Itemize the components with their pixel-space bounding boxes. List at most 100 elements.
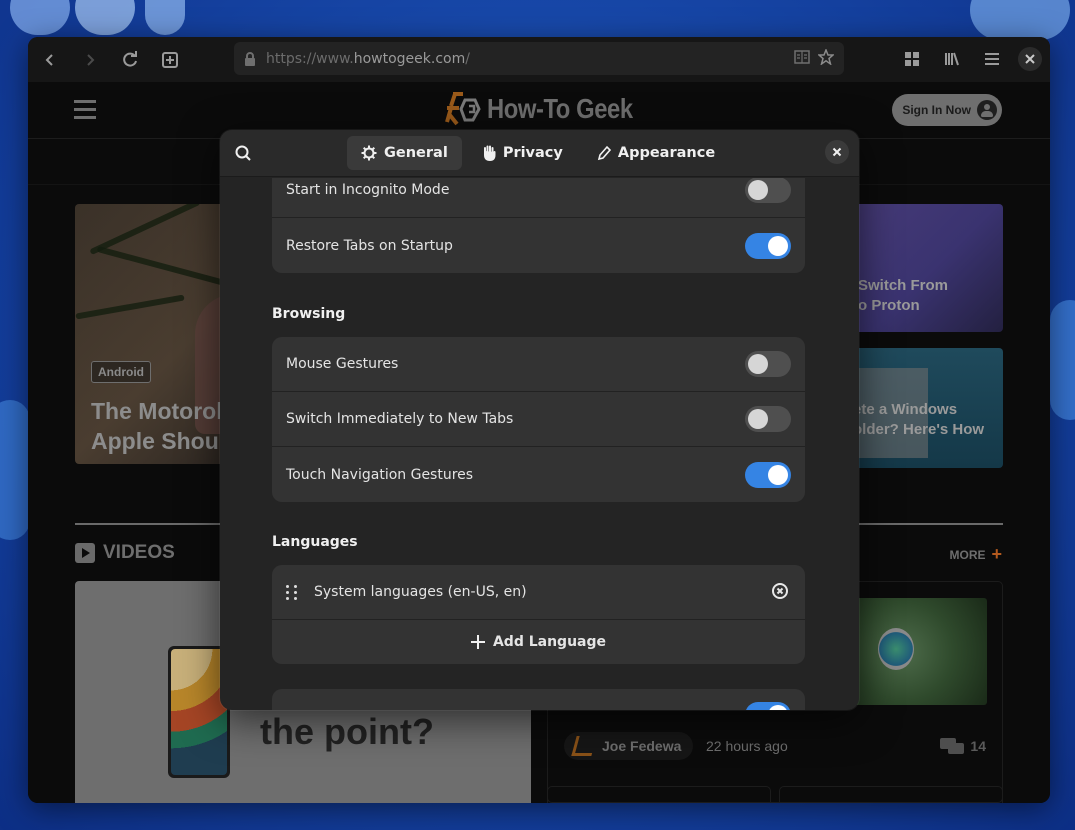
videos-section-title[interactable]: VIDEOS (75, 542, 175, 564)
new-tab-button[interactable] (150, 44, 190, 76)
author-logo-icon (571, 736, 597, 756)
wallpaper-shape (75, 0, 135, 35)
bookmark-button[interactable] (817, 47, 835, 69)
article-card[interactable] (779, 786, 1003, 803)
article-card[interactable] (547, 786, 771, 803)
plus-icon: + (991, 544, 1002, 564)
gear-icon (361, 145, 377, 161)
restore-tabs-row: Restore Tabs on Startup (272, 218, 805, 273)
wallpaper-shape (1050, 300, 1075, 420)
incognito-row: Start in Incognito Mode (272, 178, 805, 218)
side-article-title: ete a Windows older? Here's How (853, 400, 984, 440)
reload-icon (123, 50, 137, 67)
search-icon (235, 145, 251, 161)
remove-language-button[interactable] (771, 582, 791, 602)
reader-mode-icon (794, 49, 810, 64)
extensions-button[interactable] (892, 43, 932, 75)
library-icon (945, 52, 959, 66)
dialog-content[interactable]: Start in Incognito Mode Restore Tabs on … (220, 178, 859, 710)
next-row-switch[interactable] (745, 702, 791, 710)
dialog-header: General Privacy Appearance (220, 130, 859, 177)
tab-privacy[interactable]: Privacy (468, 136, 577, 170)
more-link[interactable]: MORE + (949, 544, 1002, 565)
tab-appearance[interactable]: Appearance (583, 136, 729, 170)
article-image (848, 598, 987, 705)
tab-general[interactable]: General (347, 136, 462, 170)
incognito-switch[interactable] (745, 178, 791, 203)
hero-title-line-2: Apple Shoul (91, 428, 226, 454)
browsing-group: Mouse Gestures Switch Immediately to New… (272, 337, 805, 502)
touch-gestures-row: Touch Navigation Gestures (272, 447, 805, 502)
browsing-heading: Browsing (272, 306, 346, 322)
more-label: MORE (949, 547, 986, 562)
browser-toolbar: https://www.howtogeek.com/ (28, 37, 1050, 82)
plus-icon (470, 635, 485, 649)
article-time: 22 hours ago (706, 738, 788, 754)
sign-in-button[interactable]: Sign In Now (892, 94, 1002, 126)
restore-tabs-switch[interactable] (745, 232, 791, 259)
comment-count: 14 (970, 738, 986, 754)
author-chip[interactable]: Joe Fedewa (564, 732, 694, 760)
videos-label: VIDEOS (103, 542, 175, 563)
mouse-gestures-switch[interactable] (745, 351, 791, 377)
side-title-line-1: ete a Windows (853, 401, 958, 418)
reader-mode-button[interactable] (794, 49, 810, 68)
language-label: System languages (en-US, en) (314, 584, 527, 600)
remove-circle-icon (772, 583, 788, 599)
forward-button[interactable] (70, 44, 110, 76)
add-language-button[interactable]: Add Language (272, 620, 805, 664)
tab-label: Privacy (502, 145, 563, 161)
toolbar-right (892, 43, 1042, 75)
add-language-label: Add Language (492, 634, 607, 650)
side-title-line-2: older? Here's How (853, 421, 985, 438)
row-label: Mouse Gestures (286, 356, 399, 372)
back-button[interactable] (30, 44, 70, 76)
library-button[interactable] (932, 43, 972, 75)
close-window-button[interactable] (1018, 47, 1042, 71)
user-avatar-icon (977, 100, 997, 120)
htg-logo-icon (445, 92, 481, 126)
new-tab-icon (162, 51, 178, 68)
comments-link[interactable]: 14 (940, 738, 986, 754)
language-row: System languages (en-US, en) (272, 565, 805, 620)
site-logo[interactable]: How-To Geek (443, 92, 658, 126)
wallpaper-shape (145, 0, 185, 35)
author-name: Joe Fedewa (602, 738, 682, 754)
close-dialog-button[interactable] (825, 140, 849, 164)
extensions-grid-icon (905, 52, 919, 66)
close-icon (1025, 54, 1035, 64)
category-tag[interactable]: Android (91, 361, 151, 383)
hero-title-line-1: The Motorol (91, 398, 223, 424)
site-logo-text: How-To Geek (487, 93, 633, 124)
main-menu-button[interactable] (972, 43, 1012, 75)
row-label: Touch Navigation Gestures (286, 466, 474, 483)
reload-button[interactable] (110, 44, 150, 76)
url-prefix: https://www. (266, 50, 354, 67)
comments-icon (940, 738, 965, 754)
touch-gestures-switch[interactable] (745, 461, 791, 488)
url-text[interactable]: https://www.howtogeek.com/ (266, 51, 786, 67)
hero-article-title[interactable]: The Motorol Apple Shoul (91, 396, 225, 456)
wallpaper-shape (10, 0, 70, 35)
tab-label: General (384, 145, 448, 161)
menu-icon (985, 53, 999, 65)
side-title-line-1: Switch From (858, 277, 949, 294)
video-overlay-text: the point? (260, 711, 434, 752)
languages-heading: Languages (272, 534, 358, 550)
row-label: Restore Tabs on Startup (286, 237, 453, 254)
next-row (272, 689, 805, 710)
startup-group: Start in Incognito Mode Restore Tabs on … (272, 178, 805, 273)
row-label: Switch Immediately to New Tabs (286, 411, 514, 427)
side-title-line-2: o Proton (858, 297, 920, 314)
site-menu-button[interactable] (74, 100, 96, 124)
wallpaper-shape (0, 400, 30, 540)
mouse-gestures-row: Mouse Gestures (272, 337, 805, 392)
pencil-icon (597, 145, 611, 161)
switch-new-tabs-row: Switch Immediately to New Tabs (272, 392, 805, 447)
address-bar[interactable]: https://www.howtogeek.com/ (234, 42, 844, 75)
next-group (272, 689, 805, 710)
search-button[interactable] (232, 142, 256, 166)
switch-new-tabs-switch[interactable] (745, 406, 791, 432)
preferences-dialog: General Privacy Appearance Start in Inco… (220, 130, 859, 710)
drag-handle-icon[interactable] (286, 584, 300, 600)
